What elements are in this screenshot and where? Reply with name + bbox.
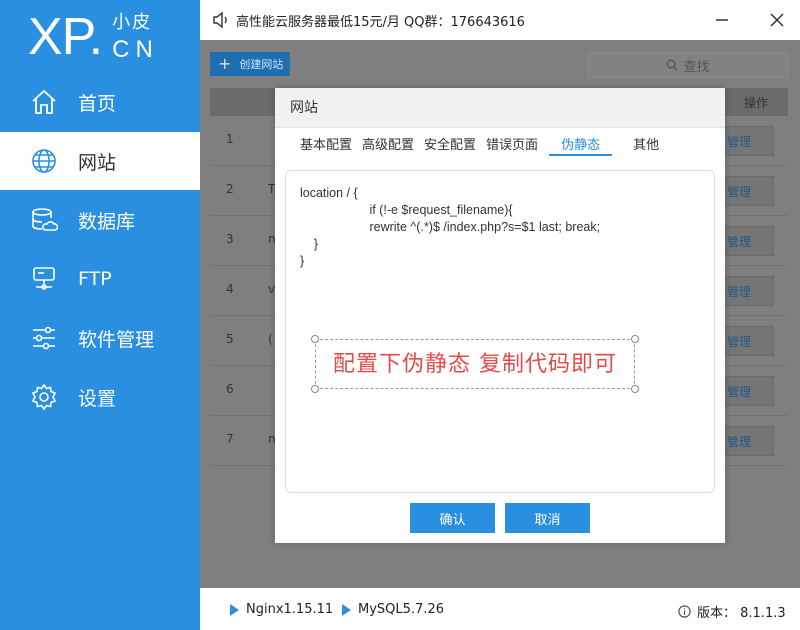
nginx-status[interactable]: Nginx1.15.11 — [230, 602, 333, 617]
sidebar-item-label: 软件管理 — [78, 328, 155, 351]
annotation-handle — [631, 385, 639, 393]
tab-error-pages[interactable]: 错误页面 — [481, 134, 543, 156]
status-bar: Nginx1.15.11 MySQL5.7.26 版本： 8.1.1.3 — [200, 588, 800, 630]
sidebar-item-ftp[interactable]: FTP — [0, 250, 200, 308]
sidebar-item-label: 数据库 — [78, 210, 136, 233]
manage-button[interactable]: 管理 — [722, 226, 774, 256]
row-number: 1 — [226, 132, 234, 146]
version-info: 版本： 8.1.1.3 — [678, 602, 786, 621]
annotation-text: 配置下伪静态 复制代码即可 — [333, 351, 617, 377]
info-icon — [678, 605, 691, 618]
logo-cn-top: 小皮 — [112, 12, 153, 33]
play-icon — [230, 603, 239, 616]
play-icon — [342, 603, 351, 616]
manage-button[interactable]: 管理 — [722, 126, 774, 156]
plus-icon: + — [218, 54, 232, 73]
manage-button[interactable]: 管理 — [722, 326, 774, 356]
row-number: 6 — [226, 382, 234, 396]
search-button[interactable]: 查找 — [588, 52, 788, 78]
confirm-button[interactable]: 确认 — [410, 503, 495, 533]
row-number: 2 — [226, 182, 234, 196]
create-site-label: 创建网站 — [239, 58, 284, 71]
row-number: 7 — [226, 432, 234, 446]
sidebar-item-home[interactable]: 首页 — [0, 73, 200, 131]
close-button[interactable] — [767, 10, 787, 30]
column-header-actions: 操作 — [743, 96, 768, 110]
logo-cn-bottom: CN — [112, 36, 159, 63]
nginx-label: Nginx1.15.11 — [246, 602, 334, 617]
annotation-handle — [311, 385, 319, 393]
tab-other[interactable]: 其他 — [628, 134, 664, 156]
rewrite-editor[interactable]: location / { if (!-e $request_filename){… — [285, 170, 715, 493]
manage-button[interactable]: 管理 — [722, 376, 774, 406]
sidebar-item-websites[interactable]: 网站 — [0, 132, 200, 190]
annotation-handle — [631, 335, 639, 343]
mysql-label: MySQL5.7.26 — [358, 602, 444, 617]
annotation-handle — [311, 335, 319, 343]
database-icon — [30, 206, 58, 234]
dialog-tabs: 基本配置 高级配置 安全配置 错误页面 伪静态 其他 — [295, 134, 664, 158]
sliders-icon — [30, 324, 58, 352]
mysql-status[interactable]: MySQL5.7.26 — [342, 602, 444, 617]
row-number: 5 — [226, 332, 234, 346]
minimize-button[interactable] — [712, 10, 732, 30]
tab-basic[interactable]: 基本配置 — [295, 134, 357, 156]
manage-button[interactable]: 管理 — [722, 276, 774, 306]
sidebar-item-database[interactable]: 数据库 — [0, 191, 200, 249]
row-number: 3 — [226, 232, 234, 246]
sidebar-item-label: 首页 — [78, 92, 117, 115]
tab-advanced[interactable]: 高级配置 — [357, 134, 419, 156]
gear-icon — [30, 383, 58, 411]
search-icon — [666, 59, 678, 71]
sidebar-item-software[interactable]: 软件管理 — [0, 309, 200, 367]
sidebar-nav: 首页 网站 数据库 FTP 软件管理 设置 — [0, 72, 200, 427]
globe-icon — [30, 147, 58, 175]
cancel-button[interactable]: 取消 — [505, 503, 590, 533]
notice-text[interactable]: 高性能云服务器最低15元/月 QQ群：176643616 — [236, 11, 525, 30]
rewrite-code[interactable]: location / { if (!-e $request_filename){… — [300, 185, 700, 270]
site-config-dialog: 网站 基本配置 高级配置 安全配置 错误页面 伪静态 其他 location /… — [275, 88, 725, 543]
version-label: 版本： 8.1.1.3 — [697, 606, 786, 621]
sidebar-item-label: FTP — [78, 268, 112, 290]
dialog-title: 网站 — [275, 88, 725, 128]
home-icon — [30, 88, 58, 116]
create-site-button[interactable]: + 创建网站 — [210, 52, 290, 76]
speaker-icon — [212, 11, 230, 33]
tab-security[interactable]: 安全配置 — [419, 134, 481, 156]
row-text: ( — [268, 332, 273, 346]
logo-brand: XP. — [28, 8, 103, 66]
manage-button[interactable]: 管理 — [722, 426, 774, 456]
top-bar: 高性能云服务器最低15元/月 QQ群：176643616 — [200, 0, 800, 40]
row-number: 4 — [226, 282, 234, 296]
annotation-box: 配置下伪静态 复制代码即可 — [311, 335, 639, 393]
sidebar-item-label: 设置 — [78, 387, 117, 410]
sidebar-item-label: 网站 — [78, 151, 117, 174]
sidebar: XP. 小皮 CN 首页 网站 数据库 FTP 软件管理 设置 — [0, 0, 200, 630]
logo: XP. 小皮 CN — [28, 6, 159, 66]
search-label: 查找 — [683, 59, 710, 75]
sidebar-item-settings[interactable]: 设置 — [0, 368, 200, 426]
manage-button[interactable]: 管理 — [722, 176, 774, 206]
tab-rewrite[interactable]: 伪静态 — [549, 134, 613, 156]
server-icon — [30, 265, 58, 293]
